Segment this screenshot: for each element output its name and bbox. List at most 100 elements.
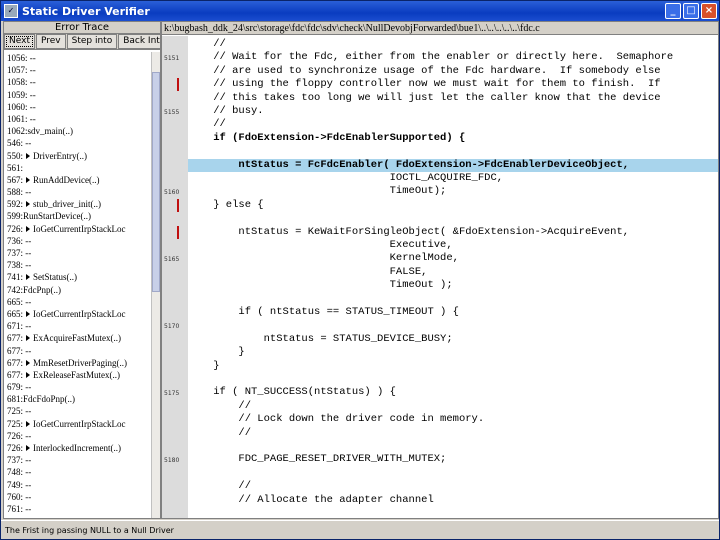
trace-item[interactable]: 677: ExAcquireFastMutex(..) — [4, 332, 152, 344]
prev-button[interactable]: Prev — [35, 34, 66, 49]
trace-item[interactable]: 1058: -- — [4, 76, 152, 88]
expand-arrow-icon[interactable] — [26, 335, 31, 342]
close-button[interactable]: × — [701, 3, 717, 19]
expand-arrow-icon[interactable] — [26, 359, 31, 366]
code-line[interactable] — [188, 467, 718, 480]
trace-item[interactable]: 741: SetStatus(..) — [4, 271, 152, 283]
code-line[interactable]: if (FdoExtension->FdcEnablerSupported) { — [188, 132, 718, 145]
code-line[interactable]: if ( NT_SUCCESS(ntStatus) ) { — [188, 386, 718, 399]
trace-item-label: InterlockedIncrement(..) — [33, 443, 121, 453]
trace-item[interactable]: 550: DriverEntry(..) — [4, 150, 152, 162]
code-line[interactable]: // are used to synchronize usage of the … — [188, 65, 718, 78]
trace-scroll-thumb[interactable] — [152, 72, 160, 292]
trace-item[interactable]: 1056: -- — [4, 52, 152, 64]
code-line[interactable]: // — [188, 118, 718, 131]
trace-item[interactable]: 725: -- — [4, 405, 152, 417]
expand-arrow-icon[interactable] — [26, 371, 31, 378]
trace-item[interactable]: 738: -- — [4, 259, 152, 271]
code-line[interactable]: FALSE, — [188, 266, 718, 279]
trace-item[interactable]: 677: -- — [4, 345, 152, 357]
code-line[interactable] — [188, 212, 718, 225]
title-bar[interactable]: ✓ Static Driver Verifier _ □ × — [1, 1, 719, 21]
expand-arrow-icon[interactable] — [26, 176, 31, 183]
trace-list[interactable]: 1056: -- 1057: -- 1058: -- 1059: -- 1060: --… — [4, 52, 152, 512]
code-line[interactable] — [188, 145, 718, 158]
code-line[interactable]: } — [188, 346, 718, 359]
trace-item[interactable]: 748: -- — [4, 466, 152, 478]
code-line[interactable]: } — [188, 360, 718, 373]
trace-item[interactable]: 737: -- — [4, 454, 152, 466]
trace-item[interactable]: 681:FdcFdoPnp(..) — [4, 393, 152, 405]
trace-item[interactable]: 761: -- — [4, 503, 152, 512]
code-line[interactable]: IOCTL_ACQUIRE_FDC, — [188, 172, 718, 185]
expand-arrow-icon[interactable] — [26, 201, 31, 208]
trace-item[interactable]: 671: -- — [4, 320, 152, 332]
trace-item[interactable]: 725: IoGetCurrentIrpStackLoc — [4, 418, 152, 430]
trace-item[interactable]: 665: IoGetCurrentIrpStackLoc — [4, 308, 152, 320]
code-line[interactable]: // Wait for the Fdc, either from the ena… — [188, 51, 718, 64]
trace-item[interactable]: 737: -- — [4, 247, 152, 259]
code-line[interactable]: } else { — [188, 199, 718, 212]
step-into-button[interactable]: Step into — [66, 34, 118, 49]
trace-item[interactable]: 749: -- — [4, 479, 152, 491]
trace-item[interactable]: 677: MmResetDriverPaging(..) — [4, 357, 152, 369]
trace-item[interactable]: 592: stub_driver_init(..) — [4, 198, 152, 210]
trace-item[interactable]: 677: ExReleaseFastMutex(..) — [4, 369, 152, 381]
code-line[interactable]: if ( ntStatus == STATUS_TIMEOUT ) { — [188, 306, 718, 319]
code-line[interactable]: FDC_PAGE_RESET_DRIVER_WITH_MUTEX; — [188, 453, 718, 466]
code-line[interactable]: // this takes too long we will just let … — [188, 92, 718, 105]
trace-item[interactable]: 588: -- — [4, 186, 152, 198]
expand-arrow-icon[interactable] — [26, 310, 31, 317]
code-line[interactable]: ntStatus = KeWaitForSingleObject( &FdoEx… — [188, 226, 718, 239]
code-line[interactable]: // Allocate the adapter channel — [188, 494, 718, 507]
code-line[interactable]: // using the floppy controller now we mu… — [188, 78, 718, 91]
trace-item-label: DriverEntry(..) — [33, 150, 87, 161]
code-line[interactable]: // — [188, 480, 718, 493]
code-line[interactable]: // Lock down the driver code in memory. — [188, 413, 718, 426]
expand-arrow-icon[interactable] — [26, 445, 31, 451]
trace-item[interactable]: 1059: -- — [4, 89, 152, 101]
code-line[interactable] — [188, 440, 718, 453]
trace-item[interactable]: 567: RunAddDevice(..) — [4, 174, 152, 186]
code-line[interactable]: ntStatus = FcFdcEnabler( FdoExtension->F… — [188, 158, 718, 172]
code-line[interactable]: // — [188, 38, 718, 51]
expand-arrow-icon[interactable] — [26, 225, 31, 232]
code-line[interactable]: ntStatus = STATUS_DEVICE_BUSY; — [188, 333, 718, 346]
maximize-button[interactable]: □ — [683, 3, 699, 19]
trace-item[interactable]: 726: -- — [4, 430, 152, 442]
code-line[interactable] — [188, 319, 718, 332]
minimize-button[interactable]: _ — [665, 3, 681, 19]
trace-item[interactable]: 1057: -- — [4, 64, 152, 76]
code-line[interactable] — [188, 373, 718, 386]
trace-scrollbar[interactable] — [151, 52, 160, 518]
expand-arrow-icon[interactable] — [26, 152, 31, 159]
expand-arrow-icon[interactable] — [26, 420, 31, 427]
trace-item[interactable]: 760: -- — [4, 491, 152, 503]
code-line[interactable] — [188, 293, 718, 306]
trace-item[interactable]: 561: — [4, 162, 152, 174]
trace-item[interactable]: 742:FdcPnp(..) — [4, 284, 152, 296]
trace-item-text: 1059: -- — [7, 89, 36, 100]
code-line[interactable]: // — [188, 400, 718, 413]
trace-item[interactable]: 599:RunStartDevice(..) — [4, 210, 152, 222]
status-bar: The Frist ing passing NULL to a Null Dri… — [1, 520, 719, 539]
trace-item[interactable]: 665: -- — [4, 296, 152, 308]
code-line[interactable]: KernelMode, — [188, 252, 718, 265]
expand-arrow-icon[interactable] — [26, 274, 31, 281]
trace-item[interactable]: 1060: -- — [4, 101, 152, 113]
code-line[interactable]: Executive, — [188, 239, 718, 252]
trace-item[interactable]: 546: -- — [4, 137, 152, 149]
trace-item[interactable]: 726: InterlockedIncrement(..) — [4, 442, 152, 454]
trace-item[interactable]: 736: -- — [4, 235, 152, 247]
trace-item[interactable]: 726: IoGetCurrentIrpStackLoc — [4, 223, 152, 235]
back-into-button[interactable]: Back Into — [118, 34, 160, 49]
trace-item[interactable]: 1062:sdv_main(..) — [4, 125, 152, 137]
code-line[interactable]: TimeOut); — [188, 185, 718, 198]
code-line[interactable]: // busy. — [188, 105, 718, 118]
code-line[interactable]: TimeOut ); — [188, 279, 718, 292]
trace-item[interactable]: 1061: -- — [4, 113, 152, 125]
code-line[interactable]: // — [188, 427, 718, 440]
next-button[interactable]: Next — [4, 34, 35, 49]
code-view[interactable]: // // Wait for the Fdc, either from the … — [188, 36, 718, 518]
trace-item[interactable]: 679: -- — [4, 381, 152, 393]
